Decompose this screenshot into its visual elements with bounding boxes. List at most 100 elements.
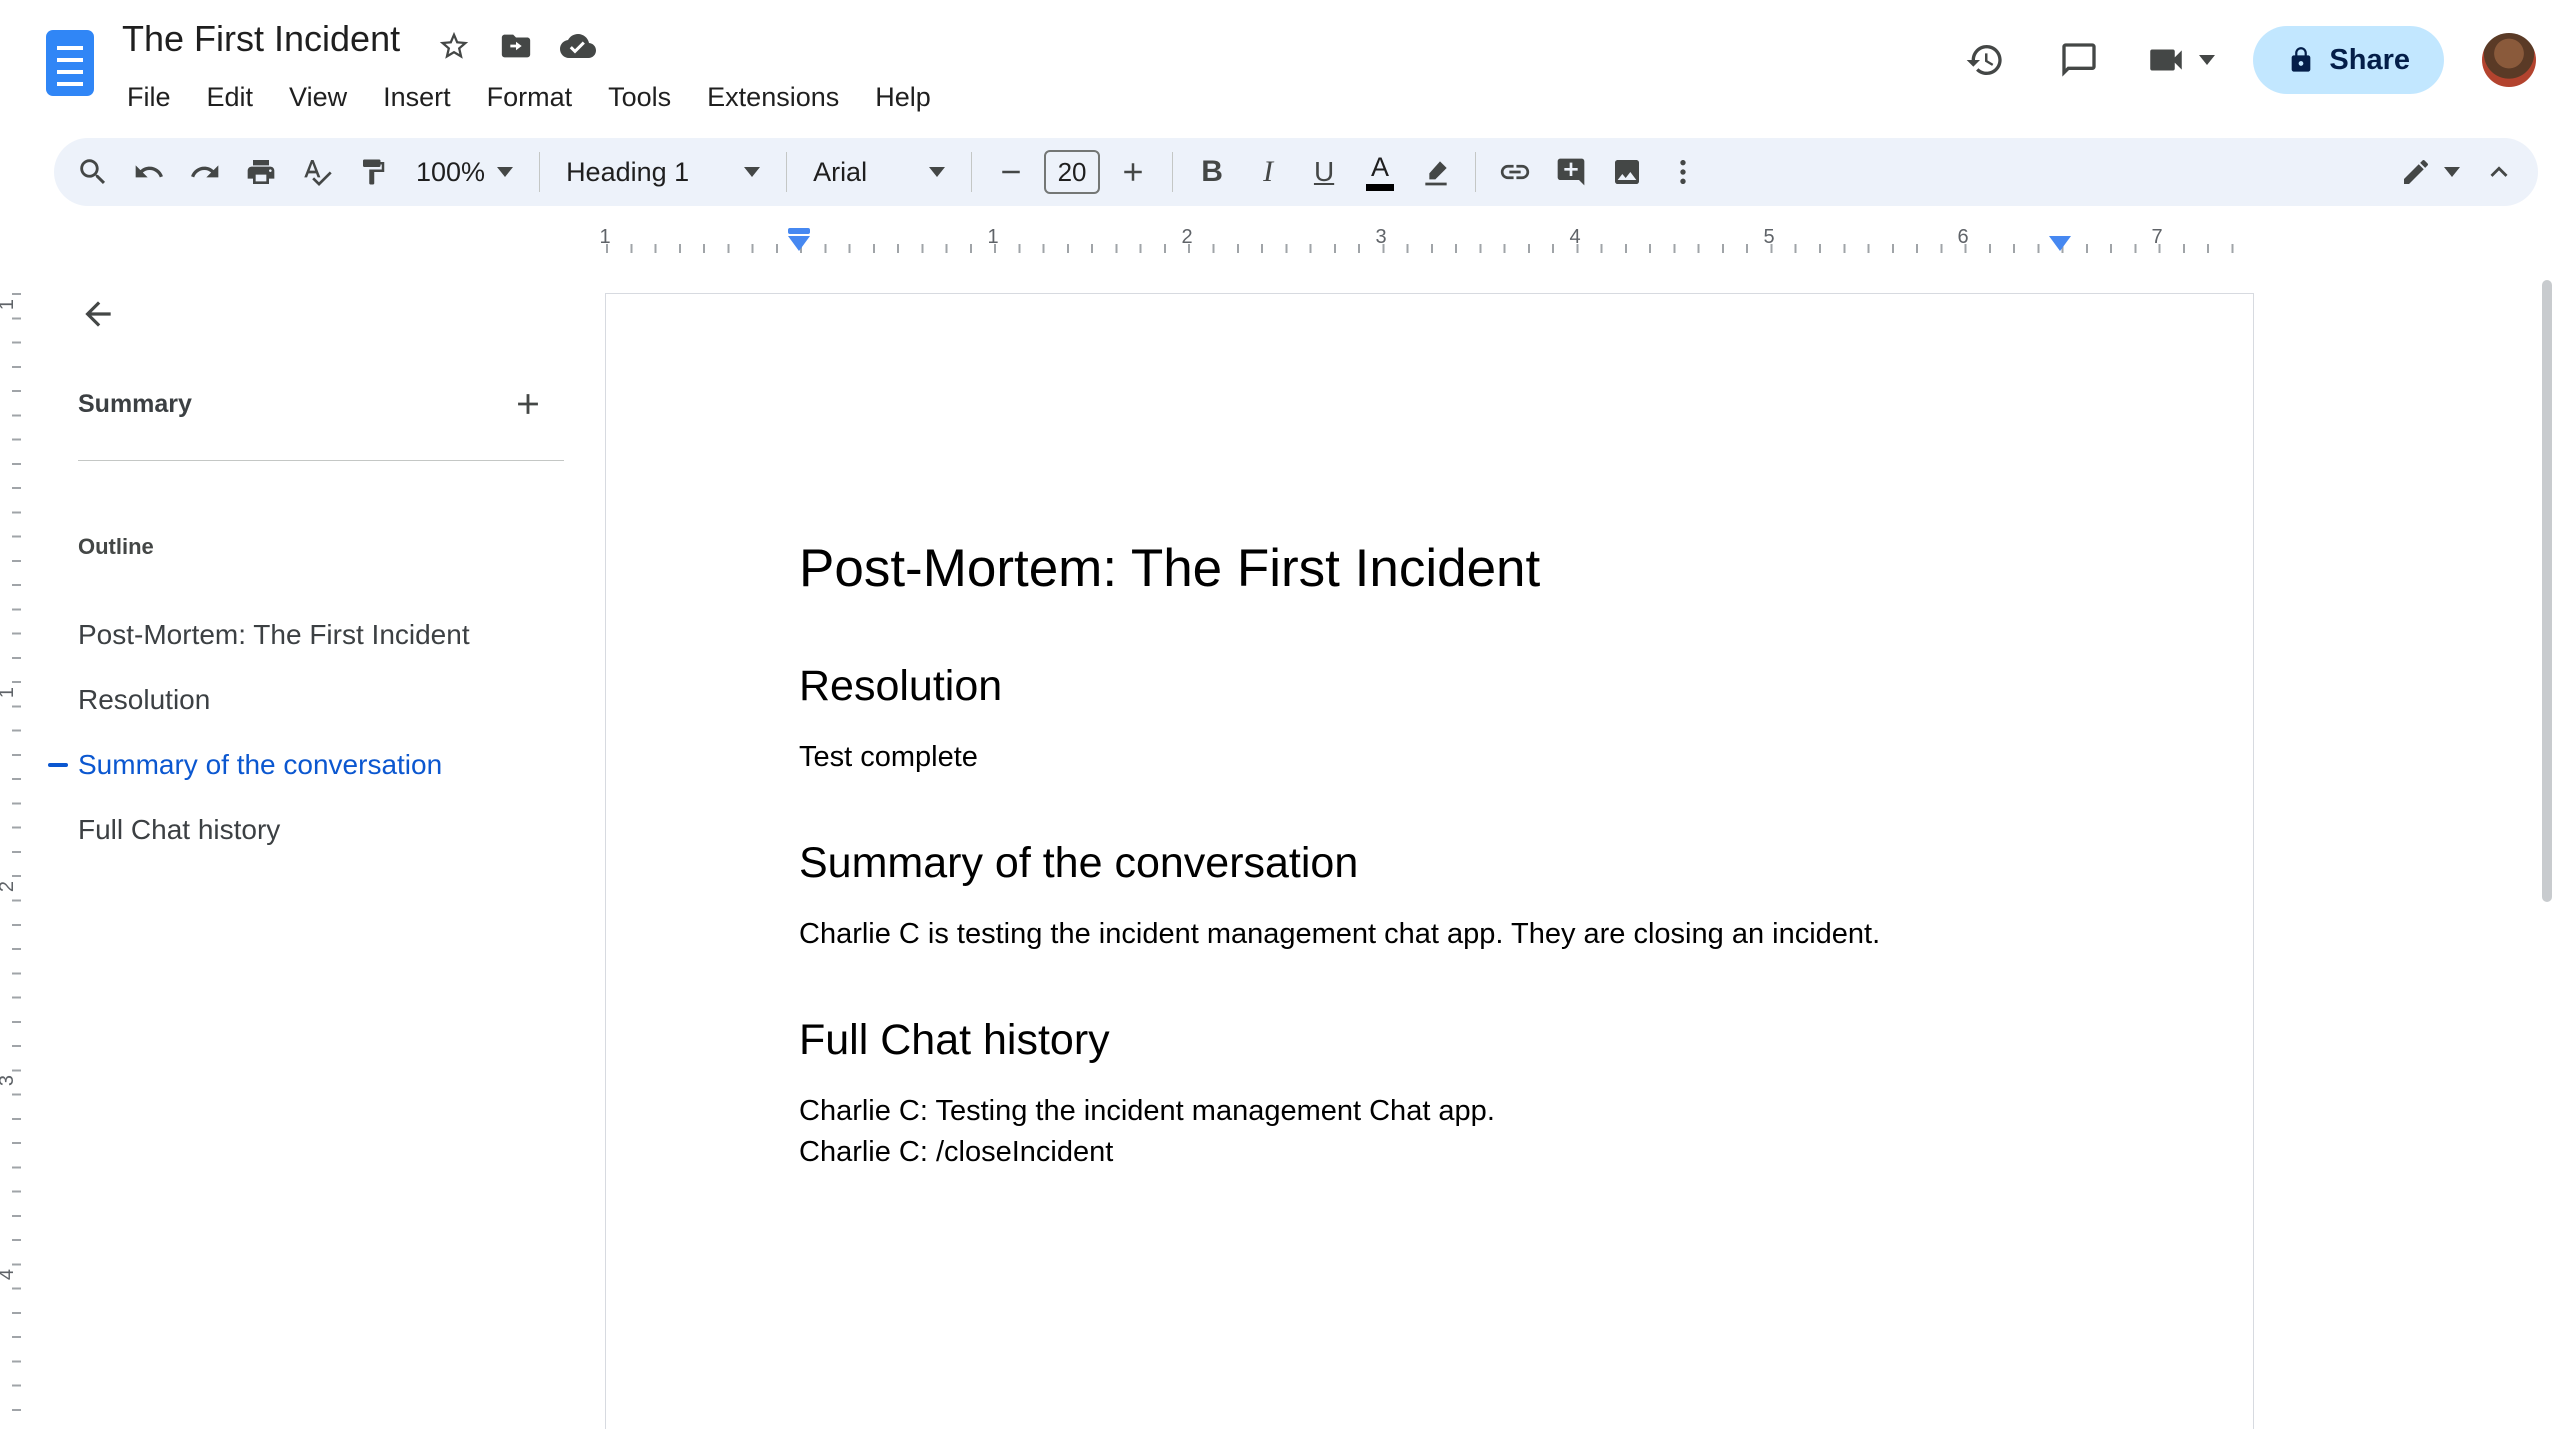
star-icon	[439, 31, 469, 59]
font-caret-icon	[929, 167, 946, 177]
hide-toolbar-button[interactable]	[2472, 145, 2526, 199]
text-color-button[interactable]: A	[1353, 145, 1407, 199]
menu-extensions[interactable]: Extensions	[690, 74, 856, 121]
call-options-caret-icon[interactable]	[2199, 55, 2216, 65]
panel-divider	[78, 460, 564, 461]
redo-button[interactable]	[178, 145, 232, 199]
paragraph-style-select[interactable]: Heading 1	[552, 145, 774, 199]
more-toolbar-options-button[interactable]	[1656, 145, 1710, 199]
font-size-input[interactable]: 20	[1044, 150, 1101, 194]
star-button[interactable]	[430, 22, 478, 70]
top-bar: The First Incident File Edit View Insert…	[0, 0, 2554, 128]
more-vertical-icon	[1680, 160, 1686, 184]
share-button[interactable]: Share	[2253, 26, 2444, 94]
document-title[interactable]: The First Incident	[122, 18, 400, 60]
highlight-color-button[interactable]	[1409, 145, 1463, 199]
toolbar-divider	[1172, 152, 1174, 192]
zoom-value: 100%	[416, 156, 486, 187]
outline-item-active[interactable]: Summary of the conversation	[0, 732, 580, 797]
document-status-button[interactable]	[554, 22, 602, 70]
bold-button[interactable]: B	[1185, 145, 1239, 199]
video-camera-icon	[2150, 49, 2183, 71]
move-button[interactable]	[492, 22, 540, 70]
ruler-number: 2	[1181, 226, 1193, 248]
outline-item-label: Post-Mortem: The First Incident	[78, 618, 470, 650]
zoom-select[interactable]: 100%	[402, 145, 527, 199]
cloud-saved-icon	[560, 34, 596, 58]
search-menus-button[interactable]	[66, 145, 120, 199]
font-family-value: Arial	[813, 156, 868, 187]
print-button[interactable]	[234, 145, 288, 199]
add-comment-button[interactable]	[1544, 145, 1598, 199]
ruler-number: 2	[0, 881, 19, 892]
document-page[interactable]: Post-Mortem: The First Incident Resoluti…	[605, 293, 2254, 1429]
vertical-scrollbar-thumb[interactable]	[2542, 280, 2552, 902]
undo-button[interactable]	[122, 145, 176, 199]
close-outline-button[interactable]	[68, 284, 128, 344]
menu-format[interactable]: Format	[470, 74, 590, 121]
outline-item[interactable]: Resolution	[0, 667, 580, 732]
share-label: Share	[2329, 43, 2410, 76]
join-call-button[interactable]	[2145, 39, 2216, 81]
menu-tools[interactable]: Tools	[591, 74, 688, 121]
doc-paragraph[interactable]: Test complete	[799, 737, 2060, 778]
menu-help[interactable]: Help	[858, 74, 948, 121]
active-item-dash-icon	[48, 763, 68, 767]
outline-list: Post-Mortem: The First Incident Resoluti…	[0, 602, 580, 862]
doc-heading-2[interactable]: Resolution	[799, 661, 2060, 711]
pencil-icon	[2404, 159, 2429, 184]
outline-item-label: Resolution	[78, 683, 211, 715]
doc-paragraph[interactable]: Charlie C: Testing the incident manageme…	[799, 1091, 2060, 1132]
docs-logo-icon[interactable]	[46, 30, 94, 96]
comments-button[interactable]	[2051, 32, 2107, 88]
underline-button[interactable]: U	[1297, 145, 1351, 199]
zoom-caret-icon	[497, 167, 514, 177]
doc-heading-1[interactable]: Post-Mortem: The First Incident	[799, 537, 2060, 601]
outline-item[interactable]: Post-Mortem: The First Incident	[0, 602, 580, 667]
ruler-number: 4	[1569, 226, 1581, 248]
menu-view[interactable]: View	[272, 74, 364, 121]
account-avatar[interactable]	[2482, 33, 2536, 87]
italic-button[interactable]: I	[1241, 145, 1295, 199]
doc-paragraph[interactable]: Charlie C: /closeIncident	[799, 1132, 2060, 1173]
outline-item[interactable]: Full Chat history	[0, 797, 580, 862]
mode-caret-icon	[2444, 167, 2460, 177]
minus-icon	[1002, 170, 1020, 174]
right-indent-marker[interactable]	[2049, 236, 2071, 251]
horizontal-ruler: 1 1 2 3 4 5 6 7	[0, 222, 2554, 268]
doc-paragraph[interactable]: Charlie C is testing the incident manage…	[799, 914, 2060, 955]
menu-insert[interactable]: Insert	[366, 74, 468, 121]
toolbar-divider	[971, 152, 973, 192]
history-icon	[1967, 45, 2003, 75]
increase-font-size-button[interactable]	[1106, 145, 1160, 199]
version-history-button[interactable]	[1957, 32, 2013, 88]
insert-link-button[interactable]	[1488, 145, 1542, 199]
menu-bar: File Edit View Insert Format Tools Exten…	[110, 74, 948, 121]
add-summary-button[interactable]	[502, 378, 554, 430]
spellcheck-button[interactable]	[290, 145, 344, 199]
link-icon	[1500, 164, 1530, 180]
editing-mode-select[interactable]	[2390, 156, 2470, 188]
formatting-toolbar: 100% Heading 1 Arial 20 B I U A	[54, 138, 2538, 206]
highlighter-icon	[1425, 161, 1447, 186]
menu-file[interactable]: File	[110, 74, 188, 121]
document-area: 1 1 2 3 4 Summary Outline Post-Mortem: T…	[0, 268, 2554, 1429]
ruler-number: 4	[0, 1269, 19, 1280]
first-line-indent-marker[interactable]	[788, 228, 810, 234]
insert-image-button[interactable]	[1600, 145, 1654, 199]
ruler-number: 1	[987, 226, 999, 248]
doc-heading-2[interactable]: Full Chat history	[799, 1015, 2060, 1065]
style-caret-icon	[744, 167, 761, 177]
paint-format-icon	[363, 159, 385, 185]
decrease-font-size-button[interactable]	[984, 145, 1038, 199]
font-family-select[interactable]: Arial	[799, 145, 959, 199]
outline-item-label: Summary of the conversation	[78, 748, 443, 780]
add-comment-icon	[1557, 158, 1585, 186]
paint-format-button[interactable]	[346, 145, 400, 199]
ruler-number: 7	[2151, 226, 2163, 248]
left-indent-marker[interactable]	[788, 236, 810, 251]
paragraph-style-value: Heading 1	[566, 156, 690, 187]
ruler-number: 1	[0, 299, 19, 310]
doc-heading-2[interactable]: Summary of the conversation	[799, 838, 2060, 888]
menu-edit[interactable]: Edit	[190, 74, 271, 121]
